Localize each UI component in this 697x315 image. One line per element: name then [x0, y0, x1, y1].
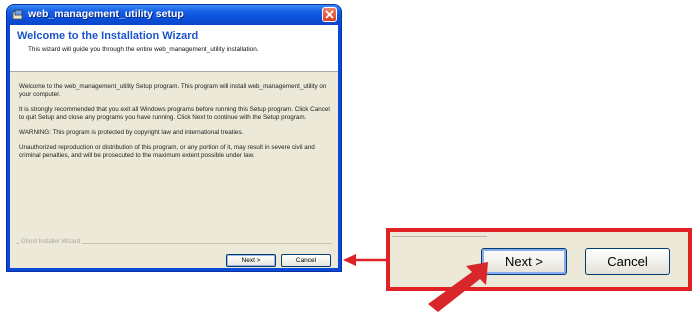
- red-arrow-icon: [428, 262, 488, 312]
- annotation-overlay: [343, 254, 488, 312]
- connector-arrow-icon: [343, 254, 386, 266]
